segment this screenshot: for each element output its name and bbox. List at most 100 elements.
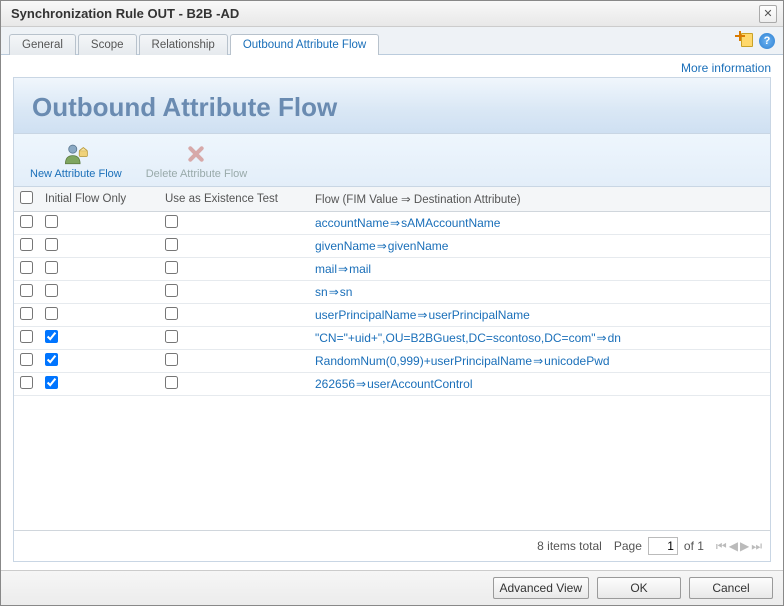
items-total-label: 8 items total xyxy=(537,539,602,553)
initial-flow-checkbox[interactable] xyxy=(45,353,58,366)
close-button[interactable]: ✕ xyxy=(759,5,777,23)
attribute-flow-table: Initial Flow Only Use as Existence Test … xyxy=(14,187,770,396)
dialog-button-bar: Advanced View OK Cancel xyxy=(1,570,783,605)
panel-title: Outbound Attribute Flow xyxy=(14,78,770,134)
close-icon: ✕ xyxy=(763,7,772,20)
row-select-checkbox[interactable] xyxy=(20,353,33,366)
table-row[interactable]: userPrincipalName⇒userPrincipalName xyxy=(14,304,770,327)
ok-button[interactable]: OK xyxy=(597,577,681,599)
flow-cell[interactable]: 262656⇒userAccountControl xyxy=(309,373,770,396)
more-info-row: More information xyxy=(1,55,783,77)
table-row[interactable]: sn⇒sn xyxy=(14,281,770,304)
existence-test-checkbox[interactable] xyxy=(165,261,178,274)
flow-destination: givenName xyxy=(388,239,449,253)
row-select-checkbox[interactable] xyxy=(20,376,33,389)
pager-last-icon[interactable]: ⏭ xyxy=(751,539,762,554)
initial-flow-checkbox[interactable] xyxy=(45,238,58,251)
col-flow[interactable]: Flow (FIM Value ⇒ Destination Attribute) xyxy=(309,187,770,212)
table-row[interactable]: 262656⇒userAccountControl xyxy=(14,373,770,396)
initial-flow-checkbox[interactable] xyxy=(45,376,58,389)
pager-first-icon[interactable]: ⏮ xyxy=(716,539,727,554)
initial-flow-checkbox[interactable] xyxy=(45,330,58,343)
table-row[interactable]: accountName⇒sAMAccountName xyxy=(14,212,770,235)
help-icon[interactable]: ? xyxy=(759,33,775,49)
flow-cell[interactable]: sn⇒sn xyxy=(309,281,770,304)
row-select-checkbox[interactable] xyxy=(20,284,33,297)
row-select-checkbox[interactable] xyxy=(20,330,33,343)
new-attribute-flow-button[interactable]: New Attribute Flow xyxy=(30,142,122,180)
flow-source: mail xyxy=(315,262,337,276)
table-row[interactable]: mail⇒mail xyxy=(14,258,770,281)
flow-cell[interactable]: "CN="+uid+",OU=B2BGuest,DC=scontoso,DC=c… xyxy=(309,327,770,350)
page-of-label: of 1 xyxy=(684,539,704,553)
arrow-icon: ⇒ xyxy=(376,239,388,253)
flow-cell[interactable]: givenName⇒givenName xyxy=(309,235,770,258)
delete-attribute-flow-button: Delete Attribute Flow xyxy=(146,142,248,180)
row-select-checkbox[interactable] xyxy=(20,261,33,274)
existence-test-checkbox[interactable] xyxy=(165,353,178,366)
tab-scope[interactable]: Scope xyxy=(78,34,137,55)
flow-cell[interactable]: accountName⇒sAMAccountName xyxy=(309,212,770,235)
flow-destination: dn xyxy=(608,331,621,345)
pager-prev-icon[interactable]: ◀ xyxy=(729,539,738,554)
table-row[interactable]: "CN="+uid+",OU=B2BGuest,DC=scontoso,DC=c… xyxy=(14,327,770,350)
new-attribute-flow-label: New Attribute Flow xyxy=(30,168,122,180)
arrow-icon: ⇒ xyxy=(355,377,367,391)
tab-relationship[interactable]: Relationship xyxy=(139,34,228,55)
existence-test-checkbox[interactable] xyxy=(165,215,178,228)
pager: 8 items total Page of 1 ⏮ ◀ ▶ ⏭ xyxy=(14,530,770,561)
arrow-icon: ⇒ xyxy=(532,354,544,368)
advanced-view-button[interactable]: Advanced View xyxy=(493,577,590,599)
delete-attribute-flow-label: Delete Attribute Flow xyxy=(146,168,248,180)
arrow-icon: ⇒ xyxy=(596,331,608,345)
tab-row: General Scope Relationship Outbound Attr… xyxy=(1,27,783,55)
flow-cell[interactable]: RandomNum(0,999)+userPrincipalName⇒unico… xyxy=(309,350,770,373)
action-bar: New Attribute Flow Delete Attribute Flow xyxy=(14,134,770,187)
page-box: Page of 1 xyxy=(614,537,704,555)
window-title: Synchronization Rule OUT - B2B -AD xyxy=(11,6,239,21)
page-label: Page xyxy=(614,539,642,553)
panel: Outbound Attribute Flow New Attribute Fl… xyxy=(13,77,771,562)
table-row[interactable]: givenName⇒givenName xyxy=(14,235,770,258)
initial-flow-checkbox[interactable] xyxy=(45,307,58,320)
flow-cell[interactable]: mail⇒mail xyxy=(309,258,770,281)
flow-source: 262656 xyxy=(315,377,355,391)
table-row[interactable]: RandomNum(0,999)+userPrincipalName⇒unico… xyxy=(14,350,770,373)
dialog-window: Synchronization Rule OUT - B2B -AD ✕ Gen… xyxy=(0,0,784,606)
more-information-link[interactable]: More information xyxy=(681,61,771,75)
col-use-existence-test[interactable]: Use as Existence Test xyxy=(159,187,309,212)
existence-test-checkbox[interactable] xyxy=(165,284,178,297)
new-note-icon[interactable] xyxy=(737,33,753,49)
existence-test-checkbox[interactable] xyxy=(165,307,178,320)
cancel-button[interactable]: Cancel xyxy=(689,577,773,599)
row-select-checkbox[interactable] xyxy=(20,238,33,251)
initial-flow-checkbox[interactable] xyxy=(45,215,58,228)
tab-general[interactable]: General xyxy=(9,34,76,55)
existence-test-checkbox[interactable] xyxy=(165,330,178,343)
initial-flow-checkbox[interactable] xyxy=(45,284,58,297)
flow-destination: userPrincipalName xyxy=(428,308,529,322)
flow-destination: userAccountControl xyxy=(367,377,472,391)
flow-source: sn xyxy=(315,285,328,299)
arrow-icon: ⇒ xyxy=(328,285,340,299)
arrow-icon: ⇒ xyxy=(389,216,401,230)
attribute-flow-grid: Initial Flow Only Use as Existence Test … xyxy=(14,187,770,530)
col-select xyxy=(14,187,39,212)
delete-x-icon xyxy=(182,142,210,166)
user-add-icon xyxy=(62,142,90,166)
tab-outbound-attribute-flow[interactable]: Outbound Attribute Flow xyxy=(230,34,379,55)
row-select-checkbox[interactable] xyxy=(20,215,33,228)
flow-source: RandomNum(0,999)+userPrincipalName xyxy=(315,354,532,368)
existence-test-checkbox[interactable] xyxy=(165,238,178,251)
pager-next-icon[interactable]: ▶ xyxy=(740,539,749,554)
flow-destination: mail xyxy=(349,262,371,276)
flow-source: "CN="+uid+",OU=B2BGuest,DC=scontoso,DC=c… xyxy=(315,331,596,345)
col-initial-flow-only[interactable]: Initial Flow Only xyxy=(39,187,159,212)
row-select-checkbox[interactable] xyxy=(20,307,33,320)
initial-flow-checkbox[interactable] xyxy=(45,261,58,274)
flow-cell[interactable]: userPrincipalName⇒userPrincipalName xyxy=(309,304,770,327)
page-number-input[interactable] xyxy=(648,537,678,555)
arrow-icon: ⇒ xyxy=(337,262,349,276)
existence-test-checkbox[interactable] xyxy=(165,376,178,389)
select-all-checkbox[interactable] xyxy=(20,191,33,204)
